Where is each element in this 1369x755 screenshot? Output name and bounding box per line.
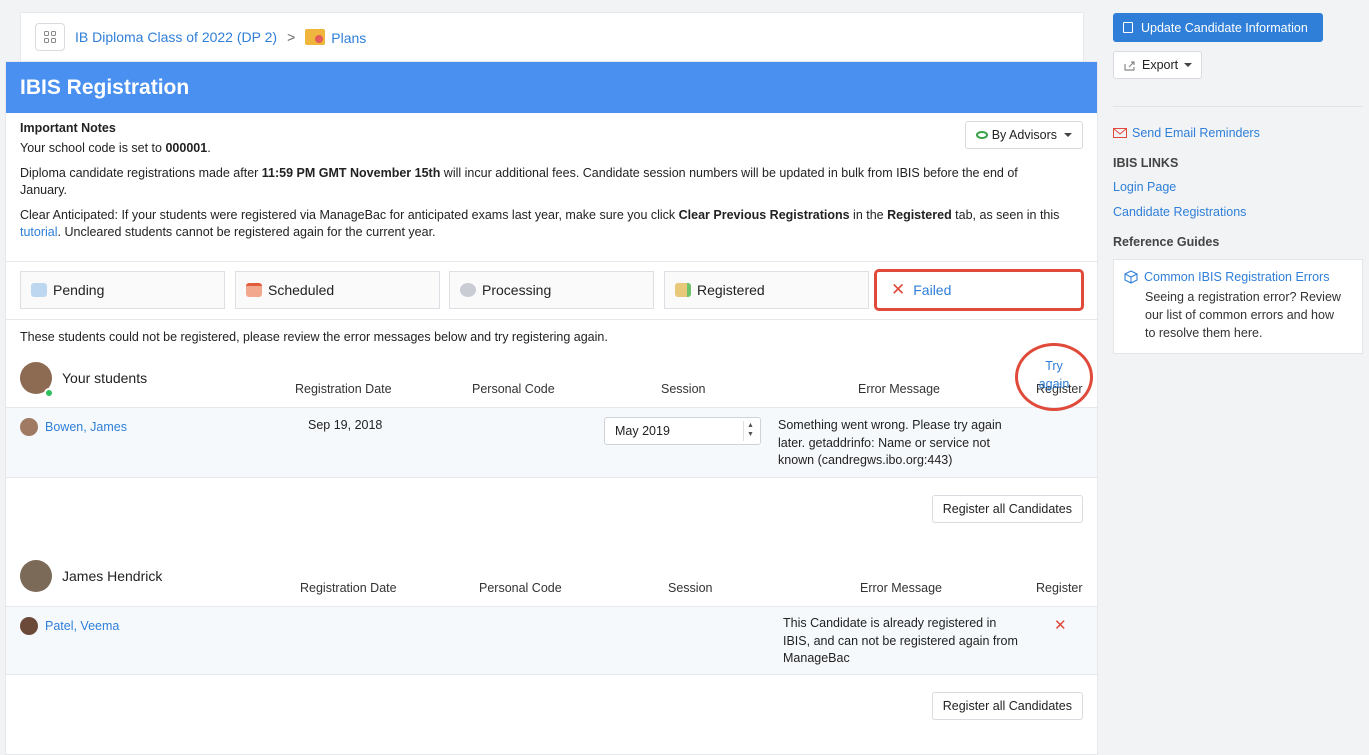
update-button-label: Update Candidate Information — [1141, 20, 1308, 35]
column-registration-date: Registration Date — [300, 581, 397, 595]
avatar — [20, 418, 38, 436]
tab-failed-label: Failed — [913, 282, 952, 298]
eye-icon — [975, 131, 988, 139]
grid-icon — [44, 31, 56, 43]
send-email-reminders-link[interactable]: Send Email Reminders — [1113, 126, 1260, 140]
notes-heading: Important Notes — [20, 121, 116, 135]
register-all-candidates-button[interactable]: Register all Candidates — [931, 495, 1083, 523]
online-status-dot — [44, 388, 54, 398]
guide-description: Seeing a registration error? Review our … — [1145, 290, 1341, 340]
page-title: IBIS Registration — [6, 62, 1097, 113]
reference-guide-card: Common IBIS Registration Errors Seeing a… — [1113, 259, 1363, 354]
by-advisors-label: By Advisors — [991, 128, 1057, 142]
square-icon — [1123, 22, 1133, 33]
column-error-message: Error Message — [860, 581, 942, 595]
avatar — [20, 560, 52, 592]
clear-anticipated-note: Clear Anticipated: If your students were… — [20, 208, 1060, 239]
avatar — [20, 617, 38, 635]
session-select[interactable]: May 2019 ▲ ▼ — [604, 417, 761, 445]
registration-date: Sep 19, 2018 — [308, 418, 383, 432]
student-name-link[interactable]: Patel, Veema — [45, 619, 119, 633]
export-icon — [1124, 60, 1135, 71]
tab-registered-label: Registered — [697, 282, 765, 298]
failed-intro-text: These students could not be registered, … — [20, 330, 608, 344]
candidate-registrations-link[interactable]: Candidate Registrations — [1113, 205, 1246, 219]
calendar-icon — [246, 283, 262, 297]
school-code: 000001 — [165, 141, 208, 155]
table-row: Patel, Veema This Candidate is already r… — [6, 607, 1097, 675]
status-tabs: Pending Scheduled Processing Registered … — [6, 262, 1097, 320]
reference-guides-heading: Reference Guides — [1113, 235, 1220, 249]
column-session: Session — [661, 382, 706, 396]
error-message: Something went wrong. Please try again l… — [778, 418, 1002, 467]
gears-icon — [460, 283, 476, 297]
tab-processing[interactable]: Processing — [449, 271, 654, 309]
clipboard-check-icon — [675, 283, 691, 297]
try-again-link[interactable]: Try again — [1032, 357, 1076, 393]
export-label: Export — [1142, 58, 1179, 72]
register-all-candidates-button[interactable]: Register all Candidates — [931, 692, 1083, 720]
guide-title: Common IBIS Registration Errors — [1144, 270, 1330, 284]
grid-menu-button[interactable] — [35, 23, 65, 51]
ibis-registration-panel: IBIS Registration Important Notes Your s… — [5, 61, 1098, 755]
registered-x-icon: ✕ — [1054, 617, 1067, 634]
tab-scheduled-label: Scheduled — [268, 282, 335, 298]
error-message: This Candidate is already registered in … — [783, 616, 1018, 665]
school-code-note: Your school code is set to 000001. — [20, 141, 211, 155]
group-footer: Register all Candidates — [6, 478, 1097, 552]
advisor-name: James Hendrick — [62, 568, 163, 584]
speech-bubble-icon — [31, 283, 47, 297]
important-notes: Important Notes Your school code is set … — [6, 113, 1097, 262]
tab-pending[interactable]: Pending — [20, 271, 225, 309]
breadcrumb: IB Diploma Class of 2022 (DP 2) > Plans — [20, 12, 1084, 62]
sidebar-divider — [1113, 106, 1363, 107]
tab-pending-label: Pending — [53, 282, 105, 298]
column-session: Session — [668, 581, 713, 595]
column-registration-date: Registration Date — [295, 382, 392, 396]
student-name-link[interactable]: Bowen, James — [45, 420, 127, 434]
cube-icon — [1124, 270, 1138, 284]
tab-registered[interactable]: Registered — [664, 271, 869, 309]
group-footer: Register all Candidates — [6, 675, 1097, 735]
column-personal-code: Personal Code — [479, 581, 562, 595]
spinner-arrows-icon[interactable]: ▲ ▼ — [743, 421, 757, 441]
send-reminders-label: Send Email Reminders — [1132, 126, 1260, 140]
deadline-note: Diploma candidate registrations made aft… — [20, 166, 1018, 197]
tutorial-link[interactable]: tutorial — [20, 225, 58, 239]
x-icon: ✕ — [891, 280, 906, 299]
tab-processing-label: Processing — [482, 282, 552, 298]
table-row: Bowen, James Sep 19, 2018 May 2019 ▲ ▼ So… — [6, 408, 1097, 478]
advisor-group-header: James Hendrick Registration Date Persona… — [6, 552, 1097, 607]
advisor-name: Your students — [62, 370, 148, 386]
session-value: May 2019 — [615, 424, 670, 438]
by-advisors-dropdown[interactable]: By Advisors — [964, 121, 1083, 149]
breadcrumb-separator: > — [287, 29, 296, 45]
deadline: 11:59 PM GMT November 15th — [261, 166, 441, 180]
ibis-links-heading: IBIS LINKS — [1113, 156, 1179, 170]
common-errors-guide-link[interactable]: Common IBIS Registration Errors — [1124, 270, 1352, 284]
column-personal-code: Personal Code — [472, 382, 555, 396]
breadcrumb-class-link[interactable]: IB Diploma Class of 2022 (DP 2) — [75, 29, 277, 45]
export-dropdown[interactable]: Export — [1113, 51, 1202, 79]
breadcrumb-plans-label: Plans — [331, 29, 367, 46]
caret-down-icon — [1184, 63, 1193, 67]
breadcrumb-plans-link[interactable]: Plans — [305, 28, 367, 46]
column-register: Register — [1036, 581, 1083, 595]
update-candidate-information-button[interactable]: Update Candidate Information — [1113, 13, 1323, 42]
tab-scheduled[interactable]: Scheduled — [235, 271, 440, 309]
advisor-group-header: Your students Registration Date Personal… — [6, 358, 1097, 408]
login-page-link[interactable]: Login Page — [1113, 180, 1176, 194]
plans-folder-icon — [305, 28, 326, 45]
tab-failed[interactable]: ✕ Failed — [874, 269, 1084, 311]
envelope-icon — [1113, 128, 1127, 138]
column-error-message: Error Message — [858, 382, 940, 396]
caret-down-icon — [1064, 133, 1072, 137]
